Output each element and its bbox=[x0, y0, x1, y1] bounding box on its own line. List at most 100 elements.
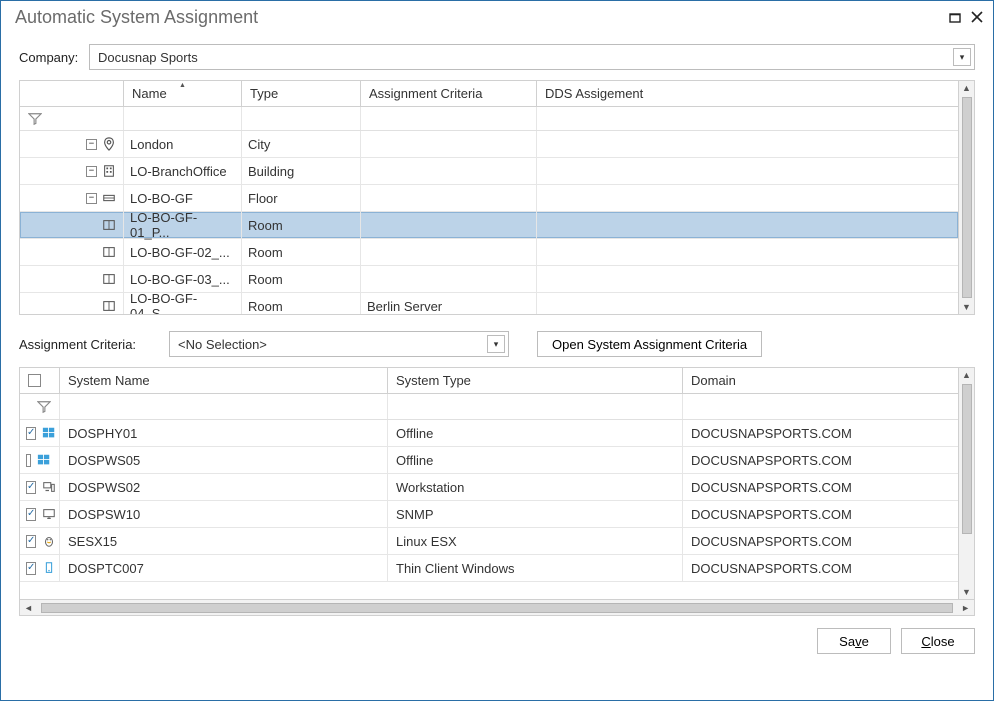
tree-criteria-cell bbox=[361, 131, 537, 157]
tree-vertical-scrollbar[interactable]: ▲ ▼ bbox=[958, 81, 974, 314]
checkbox-icon[interactable]: ✓ bbox=[26, 562, 36, 575]
scroll-up-icon[interactable]: ▲ bbox=[962, 81, 971, 95]
tree-criteria-cell: Berlin Server bbox=[361, 293, 537, 314]
open-criteria-button[interactable]: Open System Assignment Criteria bbox=[537, 331, 762, 357]
systems-grid: System Name System Type Domain ✓ DOSPHY01… bbox=[19, 367, 975, 600]
tree-type-cell: Room bbox=[242, 266, 361, 292]
checkbox-icon[interactable]: ✓ bbox=[26, 508, 36, 521]
scroll-down-icon[interactable]: ▼ bbox=[962, 300, 971, 314]
tree-dds-cell bbox=[537, 185, 958, 211]
checkbox-icon[interactable] bbox=[26, 454, 31, 467]
tree-filter-name[interactable] bbox=[124, 107, 242, 130]
system-row[interactable]: ✓DOSPWS02WorkstationDOCUSNAPSPORTS.COM bbox=[20, 474, 958, 501]
tree-row[interactable]: LO-BO-GF-02_...Room bbox=[20, 239, 958, 266]
system-type-cell: Offline bbox=[388, 420, 683, 446]
tree-toggle-cell: − bbox=[20, 158, 124, 184]
tree-dds-cell bbox=[537, 293, 958, 314]
systems-filter-row bbox=[20, 394, 958, 420]
system-row[interactable]: ✓SESX15Linux ESXDOCUSNAPSPORTS.COM bbox=[20, 528, 958, 555]
tree-row[interactable]: −LO-BranchOfficeBuilding bbox=[20, 158, 958, 185]
tree-filter-criteria[interactable] bbox=[361, 107, 537, 130]
tree-type-cell: Room bbox=[242, 293, 361, 314]
company-select[interactable]: Docusnap Sports ▾ bbox=[89, 44, 975, 70]
location-tree-grid: Name Type Assignment Criteria DDS Assige… bbox=[19, 80, 975, 315]
room-icon bbox=[101, 245, 117, 259]
tree-name-cell: LO-BranchOffice bbox=[124, 158, 242, 184]
tree-toggle-cell bbox=[20, 293, 124, 314]
tree-header-toggle[interactable] bbox=[20, 81, 124, 106]
systems-horizontal-scrollbar[interactable]: ◄ ► bbox=[19, 600, 975, 616]
scroll-down-icon[interactable]: ▼ bbox=[962, 585, 971, 599]
system-row[interactable]: ✓DOSPSW10SNMPDOCUSNAPSPORTS.COM bbox=[20, 501, 958, 528]
systems-header-name[interactable]: System Name bbox=[60, 368, 388, 393]
tree-filter-type[interactable] bbox=[242, 107, 361, 130]
tree-toggle-cell: − bbox=[20, 131, 124, 157]
system-type-cell: Thin Client Windows bbox=[388, 555, 683, 581]
systems-header-domain[interactable]: Domain bbox=[683, 368, 958, 393]
tree-header-name[interactable]: Name bbox=[124, 81, 242, 106]
scroll-left-icon[interactable]: ◄ bbox=[20, 603, 37, 613]
tree-filter-dds[interactable] bbox=[537, 107, 958, 130]
close-button[interactable]: Close bbox=[901, 628, 975, 654]
tree-header-type[interactable]: Type bbox=[242, 81, 361, 106]
tree-row[interactable]: LO-BO-GF-04_S...RoomBerlin Server bbox=[20, 293, 958, 314]
system-name-cell: DOSPHY01 bbox=[60, 420, 388, 446]
save-button[interactable]: Save bbox=[817, 628, 891, 654]
checkbox-icon[interactable]: ✓ bbox=[26, 481, 36, 494]
systems-filter-domain[interactable] bbox=[683, 394, 958, 419]
workstation-icon bbox=[42, 479, 56, 495]
scroll-up-icon[interactable]: ▲ bbox=[962, 368, 971, 382]
criteria-select[interactable]: <No Selection> ▾ bbox=[169, 331, 509, 357]
tree-row[interactable]: LO-BO-GF-01_P...Room bbox=[20, 212, 958, 239]
tree-row[interactable]: − LO-BO-GFFloor bbox=[20, 185, 958, 212]
checkbox-icon[interactable]: ✓ bbox=[26, 535, 36, 548]
system-name-cell: DOSPSW10 bbox=[60, 501, 388, 527]
scroll-thumb[interactable] bbox=[962, 97, 972, 298]
funnel-icon[interactable] bbox=[20, 107, 124, 130]
tree-header-row: Name Type Assignment Criteria DDS Assige… bbox=[20, 81, 958, 107]
system-type-cell: Linux ESX bbox=[388, 528, 683, 554]
system-row[interactable]: ✓DOSPTC007Thin Client WindowsDOCUSNAPSPO… bbox=[20, 555, 958, 582]
collapse-icon[interactable]: − bbox=[86, 139, 97, 150]
tree-row[interactable]: − LondonCity bbox=[20, 131, 958, 158]
systems-filter-type[interactable] bbox=[388, 394, 683, 419]
tree-type-cell: Room bbox=[242, 239, 361, 265]
tree-criteria-cell bbox=[361, 212, 537, 238]
systems-header-row: System Name System Type Domain bbox=[20, 368, 958, 394]
pin-icon bbox=[101, 137, 117, 151]
company-label: Company: bbox=[19, 50, 89, 65]
building-icon bbox=[101, 164, 117, 178]
scroll-thumb[interactable] bbox=[41, 603, 953, 613]
systems-vertical-scrollbar[interactable]: ▲ ▼ bbox=[958, 368, 974, 599]
systems-header-check[interactable] bbox=[20, 368, 60, 393]
title-bar: Automatic System Assignment bbox=[1, 1, 993, 34]
tree-type-cell: Floor bbox=[242, 185, 361, 211]
chevron-down-icon[interactable]: ▾ bbox=[487, 335, 505, 353]
close-icon[interactable] bbox=[971, 7, 983, 28]
collapse-icon[interactable]: − bbox=[86, 166, 97, 177]
checkbox-icon[interactable]: ✓ bbox=[26, 427, 36, 440]
maximize-icon[interactable] bbox=[949, 7, 961, 28]
tree-header-dds[interactable]: DDS Assigement bbox=[537, 81, 958, 106]
tree-dds-cell bbox=[537, 266, 958, 292]
systems-header-type[interactable]: System Type bbox=[388, 368, 683, 393]
tree-dds-cell bbox=[537, 158, 958, 184]
systems-filter-name[interactable] bbox=[60, 394, 388, 419]
system-row[interactable]: ✓DOSPHY01OfflineDOCUSNAPSPORTS.COM bbox=[20, 420, 958, 447]
checkbox-icon[interactable] bbox=[28, 374, 41, 387]
tree-row[interactable]: LO-BO-GF-03_...Room bbox=[20, 266, 958, 293]
system-check-cell bbox=[20, 447, 60, 473]
tree-name-cell: London bbox=[124, 131, 242, 157]
scroll-right-icon[interactable]: ► bbox=[957, 603, 974, 613]
system-row[interactable]: DOSPWS05OfflineDOCUSNAPSPORTS.COM bbox=[20, 447, 958, 474]
systems-filter-check[interactable] bbox=[20, 394, 60, 419]
collapse-icon[interactable]: − bbox=[86, 193, 97, 204]
system-check-cell: ✓ bbox=[20, 474, 60, 500]
thinclient-icon bbox=[42, 560, 56, 576]
chevron-down-icon[interactable]: ▾ bbox=[953, 48, 971, 66]
system-domain-cell: DOCUSNAPSPORTS.COM bbox=[683, 474, 958, 500]
scroll-thumb[interactable] bbox=[962, 384, 972, 534]
tree-name-cell: LO-BO-GF bbox=[124, 185, 242, 211]
tree-header-criteria[interactable]: Assignment Criteria bbox=[361, 81, 537, 106]
tree-type-cell: City bbox=[242, 131, 361, 157]
